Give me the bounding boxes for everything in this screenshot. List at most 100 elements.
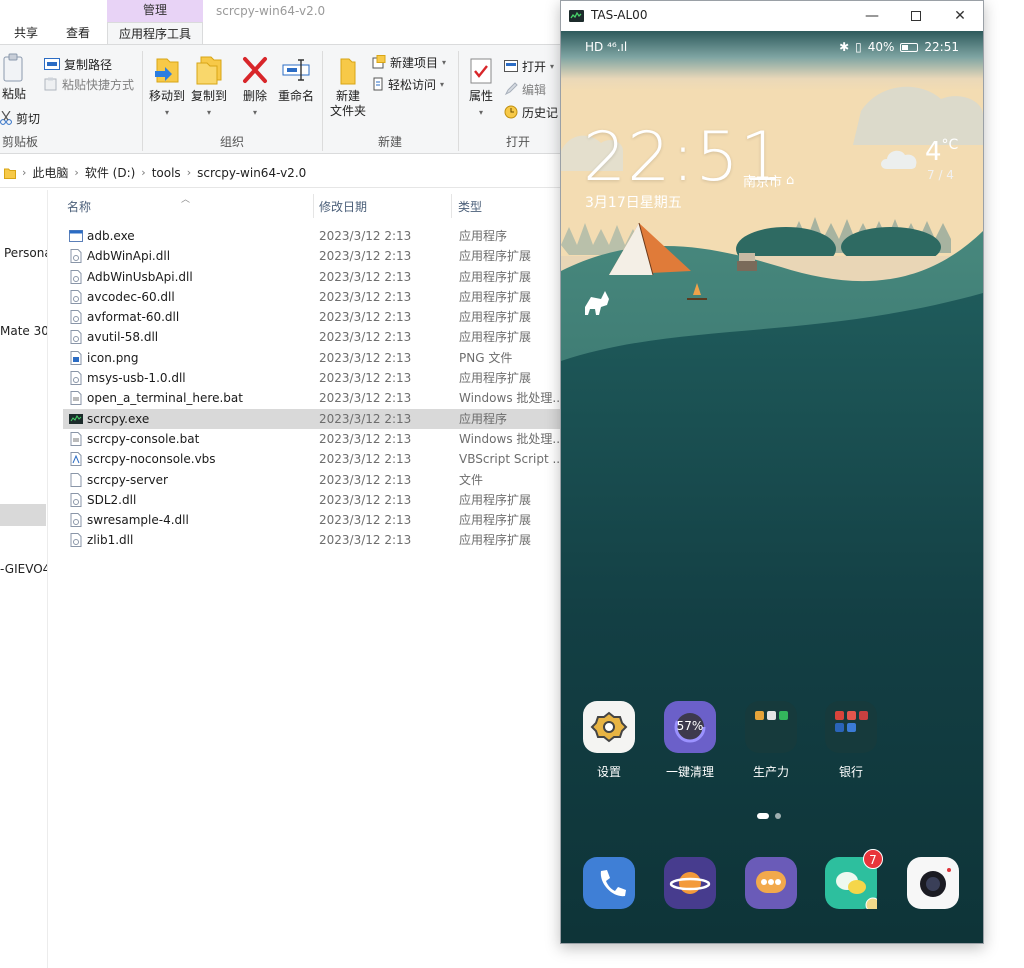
- maximize-button[interactable]: [893, 1, 939, 31]
- ribbon-separator: [322, 51, 323, 151]
- scrcpy-title-bar[interactable]: TAS-AL00 — ✕: [561, 1, 983, 31]
- dll-file-icon: [69, 513, 83, 528]
- app-label: 银行: [838, 765, 863, 779]
- breadcrumb-scrcpy[interactable]: scrcpy-win64-v2.0: [197, 166, 306, 180]
- vibrate-icon: ▯: [855, 40, 862, 54]
- dock-browser[interactable]: [664, 857, 716, 909]
- chevron-right-icon: ›: [186, 166, 192, 179]
- new-folder-button[interactable]: 新建 文件夹: [328, 57, 368, 119]
- open-button[interactable]: 打开 ▾: [504, 57, 554, 75]
- paste-label: 粘贴: [1, 87, 26, 101]
- file-date: 2023/3/12 2:13: [319, 330, 412, 345]
- breadcrumb-tools[interactable]: tools: [152, 166, 181, 180]
- rename-button[interactable]: 重命名: [277, 55, 315, 104]
- battery-percent: 40%: [867, 40, 895, 54]
- app-cleanup[interactable]: 57% 一键清理: [664, 701, 716, 779]
- nav-item-gievo[interactable]: -GIEVO4: [0, 558, 47, 580]
- nav-item-personal[interactable]: Persona: [4, 242, 47, 264]
- new-item-button[interactable]: 新建项目 ▾: [372, 53, 446, 71]
- app-settings[interactable]: 设置: [583, 701, 635, 779]
- tab-view[interactable]: 查看: [58, 22, 98, 44]
- file-row[interactable]: avformat-60.dll 2023/3/12 2:13 应用程序扩展: [63, 307, 560, 327]
- app-label: 一键清理: [665, 765, 714, 779]
- column-separator[interactable]: [313, 194, 314, 218]
- tab-share[interactable]: 共享: [6, 22, 46, 44]
- file-name: scrcpy-console.bat: [87, 431, 200, 446]
- file-date: 2023/3/12 2:13: [319, 492, 412, 507]
- minimize-button[interactable]: —: [849, 1, 895, 31]
- nav-item-mate30[interactable]: Mate 30: [0, 320, 47, 342]
- file-row[interactable]: swresample-4.dll 2023/3/12 2:13 应用程序扩展: [63, 510, 560, 530]
- delete-button[interactable]: 删除 ▾: [240, 55, 270, 120]
- file-type: VBScript Script ...: [459, 452, 560, 467]
- folder-productivity[interactable]: 生产力: [745, 701, 797, 779]
- dock-chat[interactable]: [745, 857, 797, 909]
- file-row[interactable]: AdbWinApi.dll 2023/3/12 2:13 应用程序扩展: [63, 246, 560, 266]
- easy-access-button[interactable]: 轻松访问 ▾: [372, 75, 444, 93]
- properties-check-icon: [470, 58, 492, 84]
- copy-to-icon: [196, 56, 222, 85]
- phone-icon: [583, 857, 635, 909]
- file-type: 应用程序扩展: [459, 513, 532, 528]
- file-row[interactable]: SDL2.dll 2023/3/12 2:13 应用程序扩展: [63, 490, 560, 510]
- column-header-date[interactable]: 修改日期: [319, 190, 367, 224]
- paste-shortcut-button[interactable]: 粘贴快捷方式: [44, 75, 134, 93]
- file-name: scrcpy-noconsole.vbs: [87, 452, 216, 467]
- file-row[interactable]: adb.exe 2023/3/12 2:13 应用程序: [63, 226, 560, 246]
- file-row[interactable]: msys-usb-1.0.dll 2023/3/12 2:13 应用程序扩展: [63, 368, 560, 388]
- new-item-icon: [372, 55, 386, 69]
- file-name: swresample-4.dll: [87, 513, 189, 528]
- ribbon: 粘贴 复制路径 粘贴快捷方式 剪切 剪贴板 移动到 ▾ 复制到 ▾ 删除 ▾ 重…: [0, 44, 560, 154]
- file-row[interactable]: avutil-58.dll 2023/3/12 2:13 应用程序扩展: [63, 327, 560, 347]
- scrcpy-app-icon: [569, 10, 584, 22]
- file-row[interactable]: scrcpy-server 2023/3/12 2:13 文件: [63, 470, 560, 490]
- file-type: 应用程序: [459, 229, 508, 243]
- file-row[interactable]: scrcpy-console.bat 2023/3/12 2:13 Windows …: [63, 429, 560, 449]
- column-separator[interactable]: [451, 194, 452, 218]
- move-to-button[interactable]: 移动到 ▾: [148, 55, 186, 120]
- dock-wechat[interactable]: 7: [825, 849, 883, 913]
- dock-phone[interactable]: [583, 857, 635, 909]
- dock-camera[interactable]: [907, 857, 959, 909]
- file-row[interactable]: avcodec-60.dll 2023/3/12 2:13 应用程序扩展: [63, 287, 560, 307]
- file-name: adb.exe: [87, 229, 135, 243]
- properties-button[interactable]: 属性 ▾: [464, 57, 498, 120]
- file-name: icon.png: [87, 350, 139, 365]
- copy-to-button[interactable]: 复制到 ▾: [190, 55, 228, 120]
- breadcrumb-drive-d[interactable]: 软件 (D:): [85, 164, 135, 181]
- scrcpy-file-icon: [69, 412, 83, 426]
- file-row[interactable]: scrcpy.exe 2023/3/12 2:13 应用程序: [63, 408, 560, 429]
- copy-path-icon: [44, 58, 60, 70]
- history-button[interactable]: 历史记: [504, 103, 558, 121]
- close-button[interactable]: ✕: [937, 1, 983, 31]
- nav-item-selected[interactable]: [0, 504, 46, 526]
- file-name: open_a_terminal_here.bat: [87, 391, 243, 406]
- phone-screen[interactable]: HD ⁴⁶.ıl ✱ ▯ 40% 22:51 22:51 南京市 ⌂ 3月17日星…: [561, 31, 983, 943]
- file-date: 2023/3/12 2:13: [319, 249, 412, 264]
- file-row[interactable]: icon.png 2023/3/12 2:13 PNG 文件: [63, 348, 560, 368]
- file-date: 2023/3/12 2:13: [319, 391, 412, 406]
- folder-bank[interactable]: 银行: [825, 701, 877, 779]
- file-row[interactable]: open_a_terminal_here.bat 2023/3/12 2:13 Wi…: [63, 388, 560, 408]
- edit-button[interactable]: 编辑: [504, 80, 546, 98]
- copy-path-button[interactable]: 复制路径: [44, 55, 112, 73]
- file-type: 应用程序扩展: [459, 289, 532, 304]
- window-title-ghost: scrcpy-win64-v2.0: [216, 4, 326, 18]
- file-row[interactable]: AdbWinUsbApi.dll 2023/3/12 2:13 应用程序扩展: [63, 267, 560, 287]
- file-row[interactable]: scrcpy-noconsole.vbs 2023/3/12 2:13 VBScri…: [63, 449, 560, 469]
- delete-x-icon: [243, 57, 267, 83]
- page-dot: [775, 813, 781, 819]
- cut-button[interactable]: 剪切: [0, 109, 40, 127]
- browser-planet-icon: [664, 857, 716, 909]
- file-date: 2023/3/12 2:13: [319, 513, 412, 528]
- dll-file-icon: [69, 249, 83, 264]
- breadcrumb-this-pc[interactable]: 此电脑: [32, 164, 68, 181]
- column-header-name[interactable]: 名称: [67, 190, 91, 224]
- history-icon: [504, 105, 518, 119]
- column-header-type[interactable]: 类型: [458, 190, 482, 224]
- address-bar[interactable]: › 此电脑 › 软件 (D:) › tools › scrcpy-win64-v…: [0, 158, 560, 188]
- paste-button[interactable]: 粘贴: [0, 53, 28, 102]
- file-date: 2023/3/12 2:13: [319, 229, 412, 243]
- file-row[interactable]: zlib1.dll 2023/3/12 2:13 应用程序扩展: [63, 530, 560, 550]
- tab-app-tools[interactable]: 应用程序工具: [107, 22, 203, 44]
